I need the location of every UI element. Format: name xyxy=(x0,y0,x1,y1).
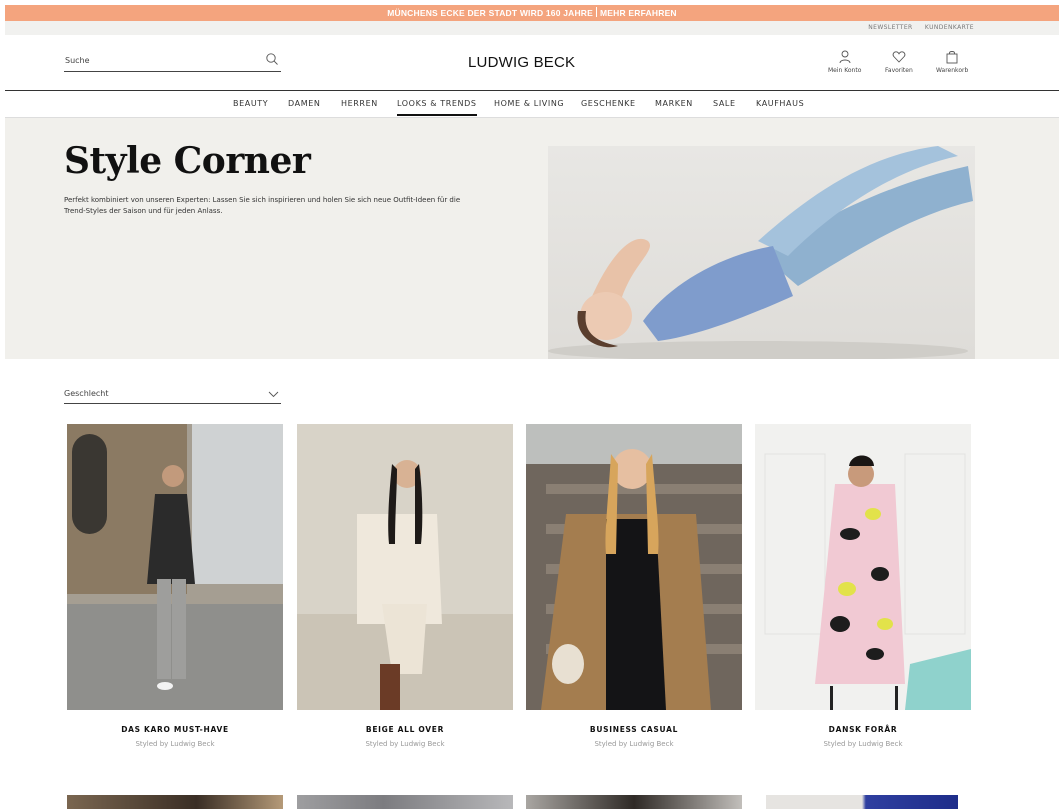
look-card[interactable]: DANSK FORÅR Styled by Ludwig Beck xyxy=(755,424,971,748)
hero-image xyxy=(548,146,975,359)
look-image-teaser[interactable] xyxy=(67,795,283,809)
cart-label: Warenkorb xyxy=(936,67,969,74)
look-title[interactable]: DANSK FORÅR xyxy=(755,725,971,734)
look-image[interactable] xyxy=(526,424,742,710)
look-title[interactable]: BEIGE ALL OVER xyxy=(297,725,513,734)
chevron-down-icon xyxy=(268,391,279,398)
cart-button[interactable]: Warenkorb xyxy=(936,50,968,74)
hero-banner: Style Corner Perfekt kombiniert von unse… xyxy=(5,118,1059,359)
look-title[interactable]: BUSINESS CASUAL xyxy=(526,725,742,734)
user-icon xyxy=(839,50,851,64)
main-navigation: BEAUTY DAMEN HERREN LOOKS & TRENDS HOME … xyxy=(5,90,1059,118)
nav-item-home-living[interactable]: HOME & LIVING xyxy=(494,99,564,108)
look-subtitle: Styled by Ludwig Beck xyxy=(365,740,445,748)
look-card[interactable]: DAS KARO MUST-HAVE Styled by Ludwig Beck xyxy=(67,424,283,748)
service-links: NEWSLETTER KUNDENKARTE xyxy=(858,24,974,31)
nav-item-sale[interactable]: SALE xyxy=(713,99,736,108)
site-header: Suche LUDWIG BECK Mein Konto Favoriten W… xyxy=(5,35,1059,90)
look-image[interactable] xyxy=(297,424,513,710)
nav-item-geschenke[interactable]: GESCHENKE xyxy=(581,99,636,108)
search-input[interactable]: Suche xyxy=(64,52,281,72)
nav-item-looks-trends[interactable]: LOOKS & TRENDS xyxy=(397,99,477,116)
page-title: Style Corner xyxy=(64,140,311,182)
promo-text: MÜNCHENS ECKE DER STADT WIRD 160 JAHRE xyxy=(387,8,594,18)
look-subtitle: Styled by Ludwig Beck xyxy=(594,740,674,748)
look-image-teaser[interactable] xyxy=(526,795,742,809)
look-image-teaser[interactable] xyxy=(297,795,513,809)
filter-label: Geschlecht xyxy=(64,389,109,398)
hero-description: Perfekt kombiniert von unseren Experten:… xyxy=(64,196,461,215)
promo-divider xyxy=(596,7,598,17)
nav-item-damen[interactable]: DAMEN xyxy=(288,99,320,108)
nav-item-herren[interactable]: HERREN xyxy=(341,99,378,108)
logo[interactable]: LUDWIG BECK xyxy=(468,54,575,71)
look-title[interactable]: DAS KARO MUST-HAVE xyxy=(67,725,283,734)
newsletter-link[interactable]: NEWSLETTER xyxy=(868,24,912,31)
account-label: Mein Konto xyxy=(828,67,862,74)
look-subtitle: Styled by Ludwig Beck xyxy=(823,740,903,748)
promo-link[interactable]: MEHR ERFAHREN xyxy=(600,8,677,18)
account-button[interactable]: Mein Konto xyxy=(828,50,861,74)
look-image-teaser[interactable] xyxy=(766,795,958,809)
customer-card-link[interactable]: KUNDENKARTE xyxy=(925,24,974,31)
promo-banner[interactable]: MÜNCHENS ECKE DER STADT WIRD 160 JAHRE ME… xyxy=(5,5,1059,21)
look-card[interactable]: BUSINESS CASUAL Styled by Ludwig Beck xyxy=(526,424,742,748)
look-subtitle: Styled by Ludwig Beck xyxy=(135,740,215,748)
look-image[interactable] xyxy=(755,424,971,710)
favorites-label: Favoriten xyxy=(885,67,913,74)
nav-item-beauty[interactable]: BEAUTY xyxy=(233,99,268,108)
search-placeholder: Suche xyxy=(65,56,90,65)
gender-filter[interactable]: Geschlecht xyxy=(64,388,281,404)
look-card[interactable]: BEIGE ALL OVER Styled by Ludwig Beck xyxy=(297,424,513,748)
favorites-button[interactable]: Favoriten xyxy=(885,50,913,74)
nav-item-marken[interactable]: MARKEN xyxy=(655,99,693,108)
nav-item-kaufhaus[interactable]: KAUFHAUS xyxy=(756,99,804,108)
bag-icon xyxy=(946,51,958,64)
search-icon[interactable] xyxy=(265,52,279,66)
heart-icon xyxy=(892,51,906,63)
look-image[interactable] xyxy=(67,424,283,710)
